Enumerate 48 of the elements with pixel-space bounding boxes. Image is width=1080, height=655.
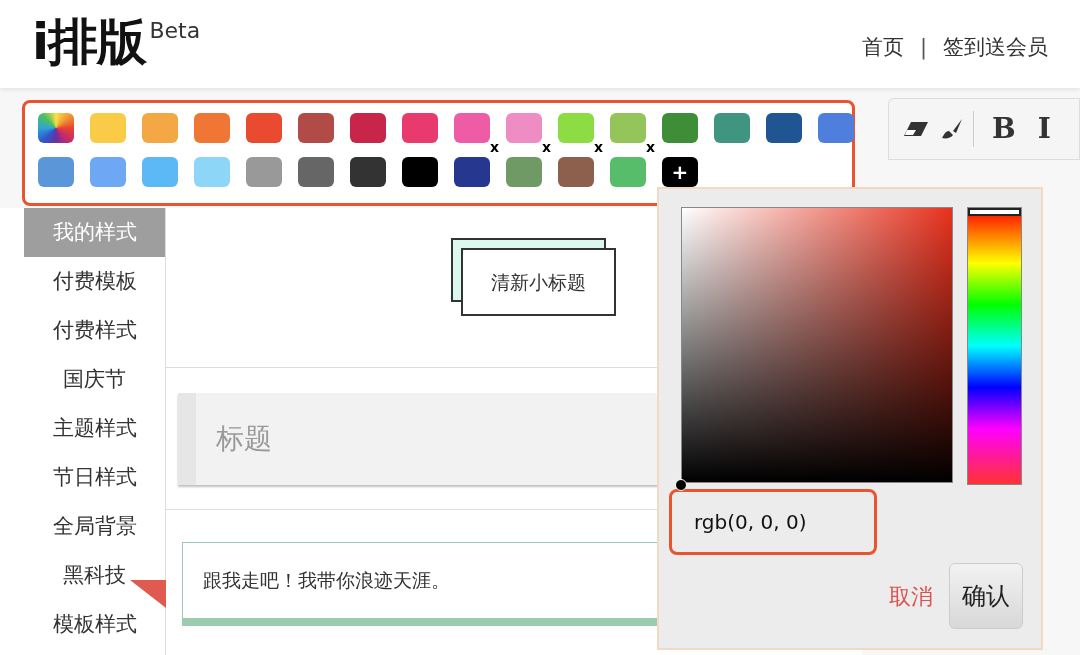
remove-button[interactable]: x [593,140,603,154]
confirm-button[interactable]: 确认 [949,563,1023,629]
color-value-field[interactable]: rgb(0, 0, 0) [669,489,877,555]
hue-slider[interactable] [967,207,1022,485]
color-swatch[interactable] [454,113,490,143]
color-swatch[interactable] [142,157,178,187]
beta-label: Beta [149,17,201,45]
color-swatch[interactable] [662,113,698,143]
color-swatch[interactable] [246,113,282,143]
corner-ribbon [130,580,166,608]
add-color-button[interactable]: + [662,157,698,187]
remove-button[interactable]: x [541,140,551,154]
rainbow-swatch[interactable] [38,113,74,143]
color-swatch[interactable] [402,157,438,187]
remove-button[interactable]: x [489,140,499,154]
title-card: 清新小标题 [461,248,616,316]
color-swatch[interactable] [298,113,334,143]
color-swatch[interactable] [246,157,282,187]
nav-link[interactable]: 签到送会员 [943,32,1048,64]
picker-handle[interactable] [675,479,687,491]
color-swatch[interactable] [766,113,802,143]
remove-button[interactable]: x [645,140,655,154]
format-button[interactable]: B [984,108,1024,150]
color-swatch[interactable] [558,157,594,187]
format-button[interactable]: I [1029,108,1059,150]
color-swatch[interactable] [350,157,386,187]
hue-handle[interactable] [968,208,1021,216]
color-swatch[interactable] [194,113,230,143]
color-swatch[interactable] [38,157,74,187]
color-swatch[interactable] [90,157,126,187]
logo[interactable]: i排版 [32,10,146,74]
nav-separator: | [919,34,927,62]
color-swatch[interactable] [90,113,126,143]
color-swatch[interactable] [350,113,386,143]
color-swatch[interactable] [714,113,750,143]
color-swatch[interactable] [506,113,542,143]
color-swatch[interactable] [506,157,542,187]
color-swatch[interactable] [818,113,854,143]
color-swatch[interactable] [298,157,334,187]
color-swatch[interactable] [142,113,178,143]
color-swatch[interactable] [610,157,646,187]
color-swatch[interactable] [454,157,490,187]
color-swatch[interactable] [194,157,230,187]
color-swatch[interactable] [402,113,438,143]
color-swatch[interactable] [558,113,594,143]
color-swatch[interactable] [610,113,646,143]
nav-link[interactable]: 首页 [861,32,904,64]
saturation-area[interactable] [681,207,953,483]
